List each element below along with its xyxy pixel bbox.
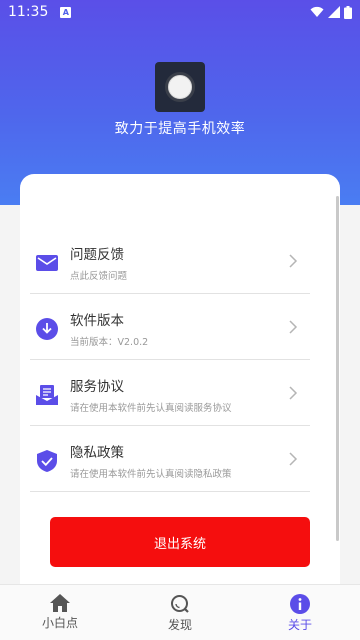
tab-home[interactable]: 小白点 [0,585,120,640]
tab-label: 小白点 [41,616,78,630]
app-logo [155,62,205,112]
menu-item-title: 软件版本 [70,313,124,329]
wifi-icon [310,6,324,17]
tab-about[interactable]: 关于 [240,585,360,640]
tab-label: 发现 [167,618,192,632]
scrollbar[interactable] [336,196,339,541]
notification-badge: A [60,6,72,18]
status-bar: 11:35 A [0,0,360,24]
logout-button[interactable]: 退出系统 [50,517,310,567]
home-icon [50,594,70,612]
menu-item-privacy-policy[interactable]: 隐私政策 请在使用本软件前先认真阅读隐私政策 [30,426,310,492]
menu-list: 问题反馈 点此反馈问题 软件版本 当前版本：V2.0.2 服务协议 请在使用本软… [30,228,310,492]
menu-item-subtitle: 请在使用本软件前先认真阅读隐私政策 [70,469,232,480]
chevron-right-icon [289,386,298,400]
menu-item-title: 问题反馈 [70,247,124,263]
download-icon [32,314,62,344]
mail-icon [32,248,62,278]
chevron-right-icon [289,320,298,334]
signal-icon [328,6,340,18]
menu-item-version[interactable]: 软件版本 当前版本：V2.0.2 [30,294,310,360]
agreement-icon [32,380,62,410]
app-slogan: 致力于提高手机效率 [114,121,246,137]
chevron-right-icon [289,254,298,268]
tab-discover[interactable]: 发现 [120,585,240,640]
menu-item-feedback[interactable]: 问题反馈 点此反馈问题 [30,228,310,294]
bottom-tab-bar: 小白点 发现 关于 [0,584,360,640]
chevron-right-icon [289,452,298,466]
battery-icon [344,5,352,19]
menu-item-title: 服务协议 [70,379,124,395]
menu-item-subtitle: 点此反馈问题 [70,271,128,282]
status-time: 11:35 [8,4,49,20]
info-icon [290,594,310,614]
menu-item-service-agreement[interactable]: 服务协议 请在使用本软件前先认真阅读服务协议 [30,360,310,426]
menu-item-subtitle: 当前版本：V2.0.2 [70,337,149,348]
tab-label: 关于 [287,618,312,632]
logo-circle-icon [165,72,195,102]
menu-item-subtitle: 请在使用本软件前先认真阅读服务协议 [70,403,232,414]
discover-icon [171,595,189,613]
menu-item-title: 隐私政策 [70,445,124,461]
shield-check-icon [32,446,62,476]
